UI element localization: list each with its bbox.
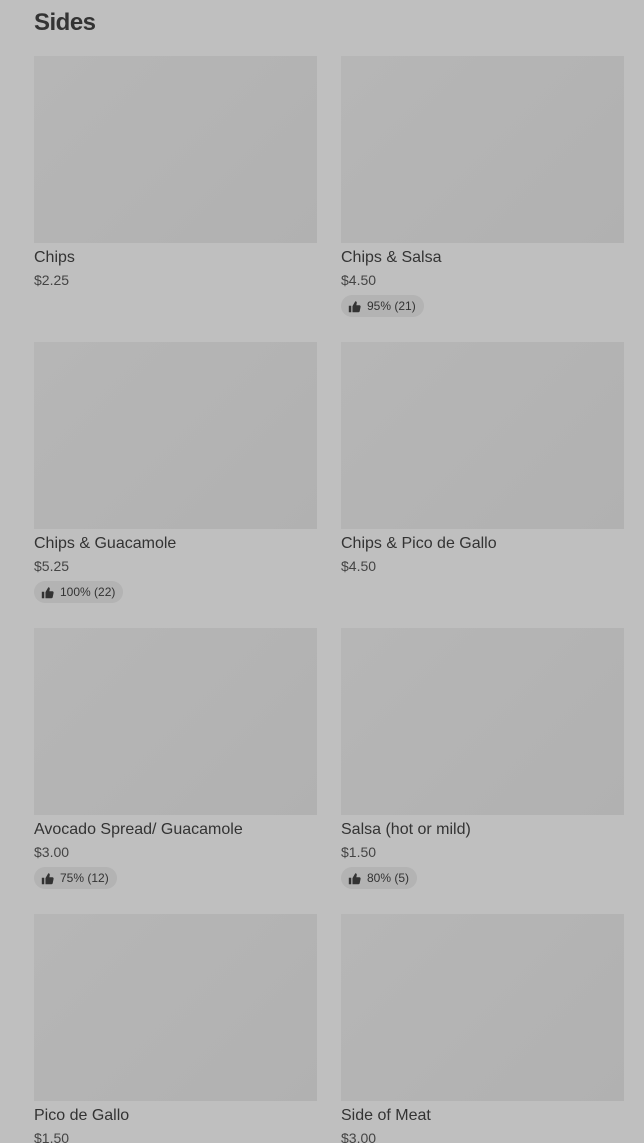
item-price: $1.50 [34,1130,70,1143]
item-price: $5.25 [34,558,70,574]
item-price: $2.25 [34,272,70,288]
menu-item-card[interactable]: Pico de Gallo $1.50 [34,914,317,1143]
menu-item-card[interactable]: Chips & Salsa $4.50 95% (21) [341,56,624,342]
menu-item-card[interactable]: Chips & Guacamole $5.25 100% (22) [34,342,317,628]
thumbs-up-icon [348,872,361,885]
rating-badge: 95% (21) [341,295,424,317]
menu-item-card[interactable]: Salsa (hot or mild) $1.50 80% (5) [341,628,624,914]
item-name: Chips [34,249,75,266]
item-image-placeholder[interactable] [34,342,317,529]
item-name: Salsa (hot or mild) [341,821,471,838]
item-image-placeholder[interactable] [341,342,624,529]
menu-item-card[interactable]: Side of Meat $3.00 [341,914,624,1143]
item-name: Chips & Pico de Gallo [341,535,497,552]
item-image-placeholder[interactable] [34,628,317,815]
thumbs-up-icon [348,300,361,313]
item-name: Side of Meat [341,1107,431,1124]
rating-badge: 80% (5) [341,867,418,889]
menu-item-card[interactable]: Avocado Spread/ Guacamole $3.00 75% (12) [34,628,317,914]
item-price: $3.00 [341,1130,377,1143]
menu-item-card[interactable]: Chips & Pico de Gallo $4.50 [341,342,624,628]
rating-text: 75% (12) [60,871,109,885]
thumbs-up-icon [41,586,54,599]
menu-page: Sides Chips $2.25 Chips & Salsa $4.50 95… [0,0,644,1143]
item-image-placeholder[interactable] [341,914,624,1101]
rating-badge: 75% (12) [34,867,117,889]
item-price: $4.50 [341,558,377,574]
menu-item-card[interactable]: Chips $2.25 [34,56,317,342]
item-image-placeholder[interactable] [34,914,317,1101]
rating-text: 80% (5) [367,871,410,885]
item-name: Pico de Gallo [34,1107,130,1124]
item-price: $3.00 [34,844,70,860]
item-name: Chips & Salsa [341,249,442,266]
item-image-placeholder[interactable] [34,56,317,243]
section-title: Sides [34,9,96,36]
item-name: Chips & Guacamole [34,535,177,552]
rating-text: 95% (21) [367,299,416,313]
rating-text: 100% (22) [60,585,116,599]
item-image-placeholder[interactable] [341,56,624,243]
item-price: $4.50 [341,272,377,288]
item-name: Avocado Spread/ Guacamole [34,821,243,838]
rating-badge: 100% (22) [34,581,124,603]
item-image-placeholder[interactable] [341,628,624,815]
menu-items-grid: Chips $2.25 Chips & Salsa $4.50 95% (21)… [34,56,624,1143]
thumbs-up-icon [41,872,54,885]
item-price: $1.50 [341,844,377,860]
